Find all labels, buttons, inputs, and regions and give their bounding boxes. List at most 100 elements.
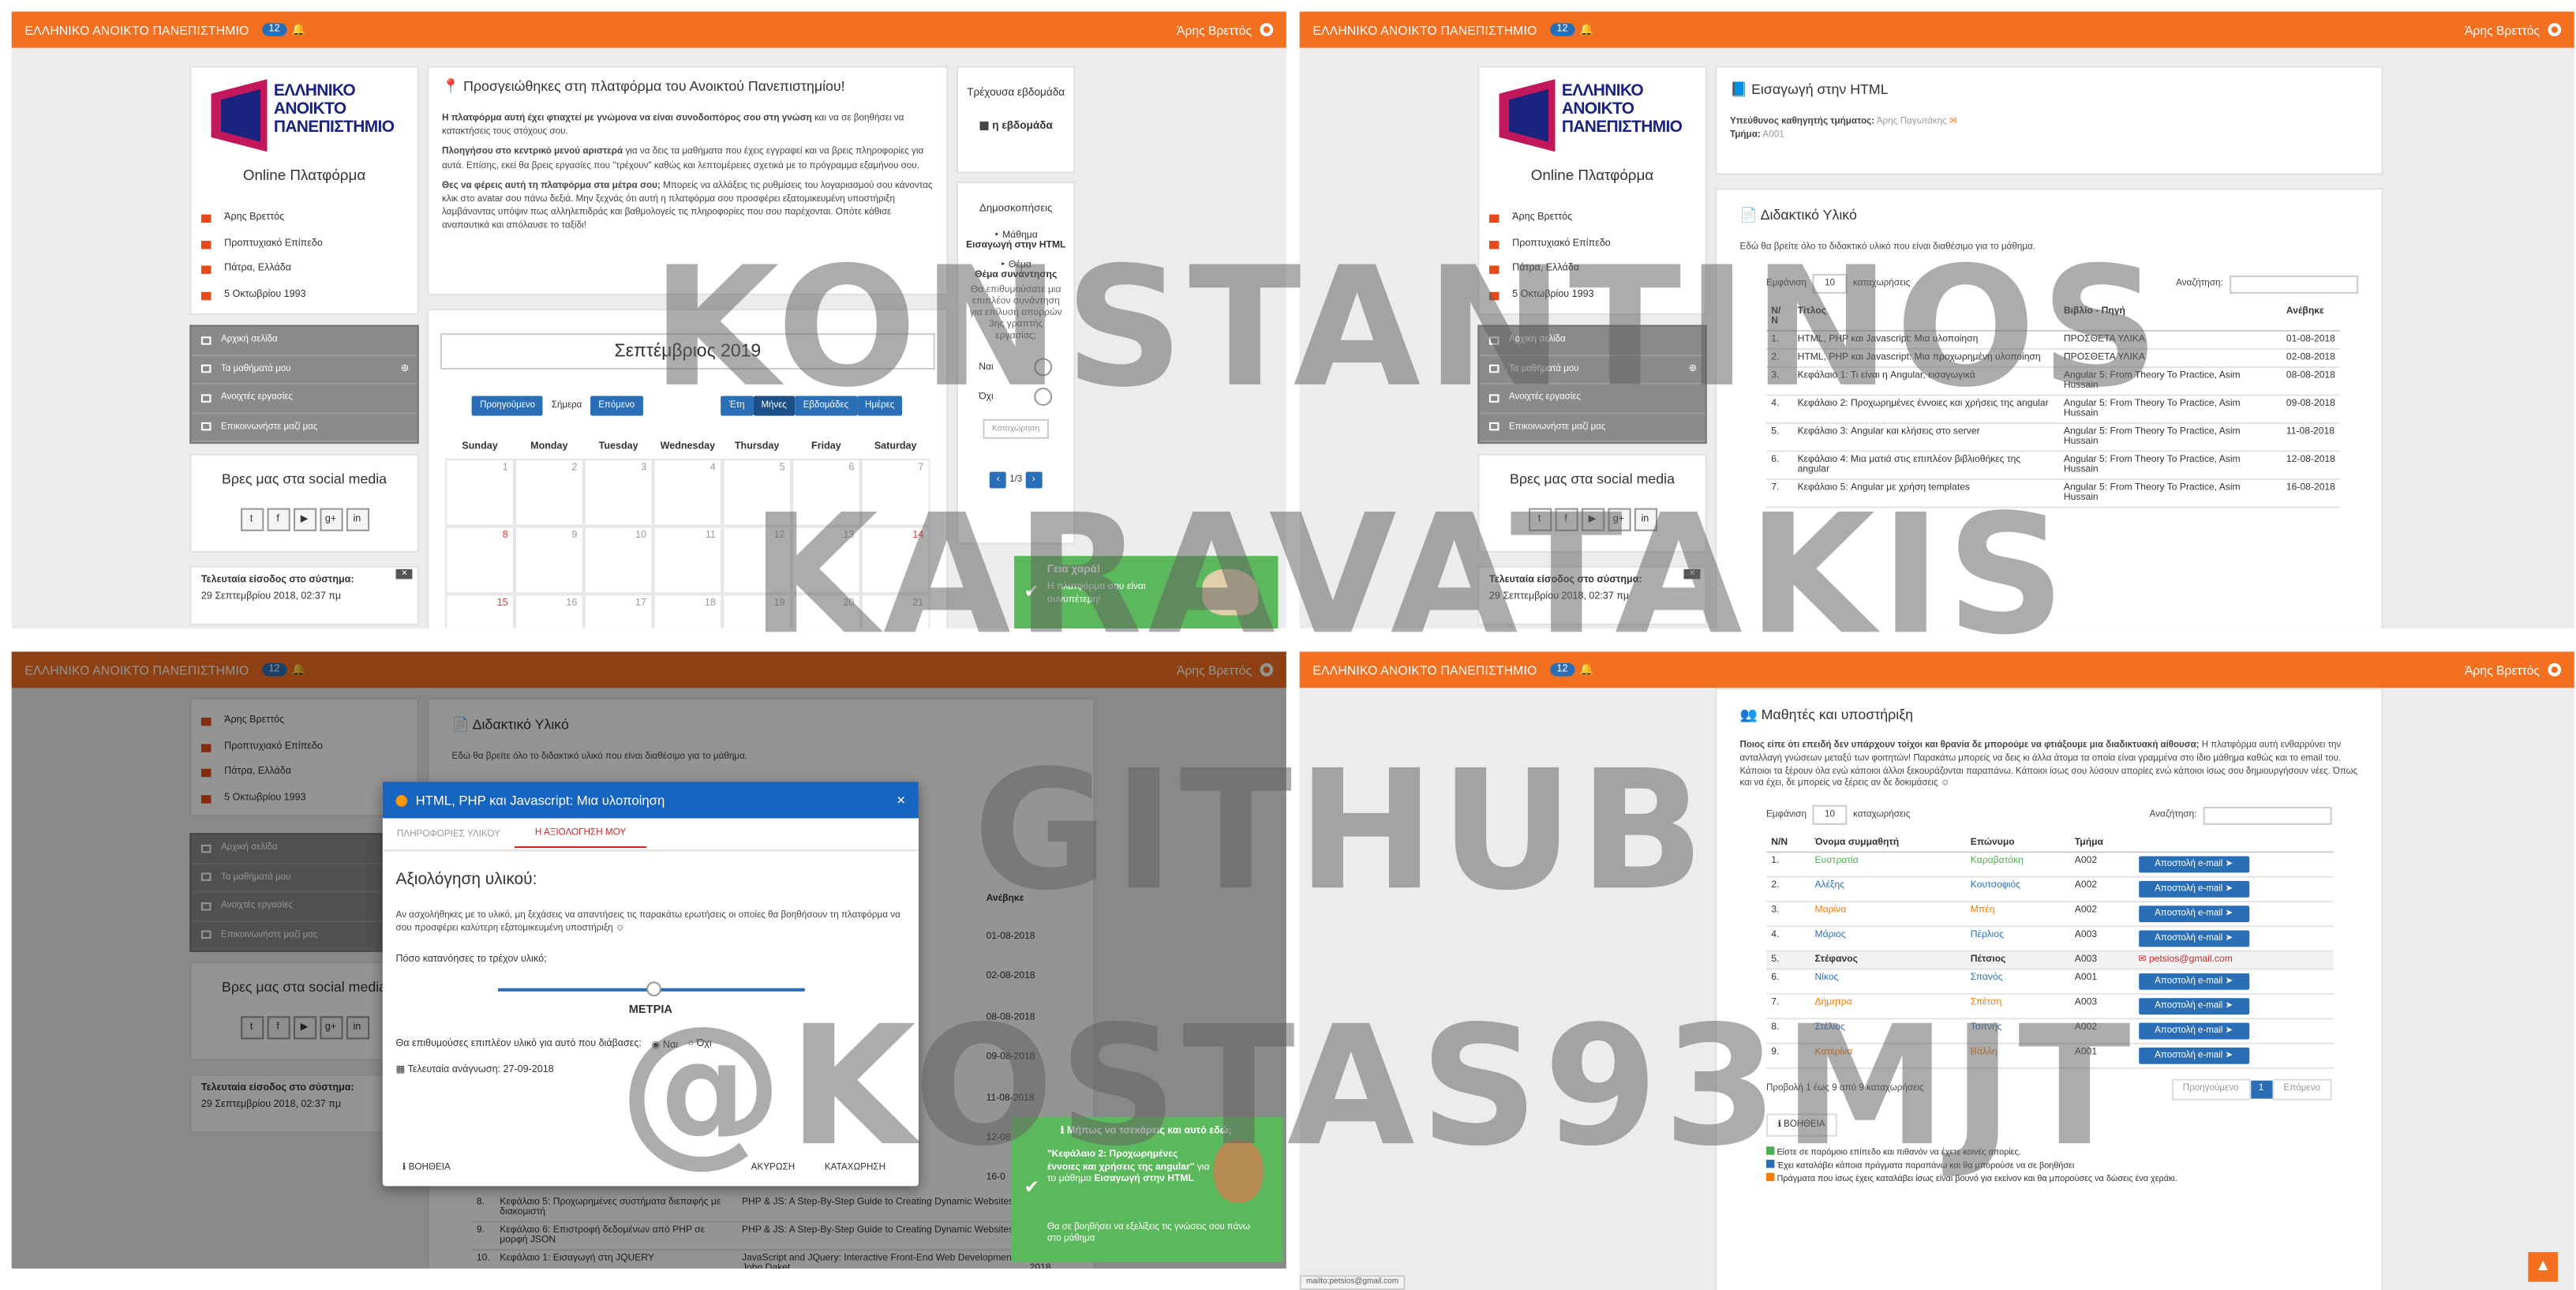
table-row[interactable]: 3. Κεφάλαιο 1: Τι είναι η Angular, εισαγω… [1765, 367, 2341, 397]
cal-day[interactable]: 8 [445, 526, 515, 594]
radio-yes[interactable]: ◉ Ναι [651, 1040, 678, 1052]
calendar-next-button[interactable]: Επόμενο [590, 396, 643, 416]
poll-next-button[interactable]: › [1025, 471, 1042, 489]
brand-link[interactable]: ΕΛΛΗΝΙΚΟ ΑΝΟΙΚΤΟ ΠΑΝΕΠΙΣΤΗΜΙΟ [1312, 22, 1537, 37]
twitter-icon[interactable]: t [1528, 508, 1552, 531]
menu-courses[interactable]: Τα μαθήματά μου ⊕ [1479, 355, 1705, 384]
send-email-button[interactable]: Αποστολή e-mail ➤ [2138, 931, 2250, 948]
cal-day[interactable]: 17 [583, 594, 653, 629]
linkedin-icon[interactable]: in [1633, 508, 1657, 531]
view-months[interactable]: Μήνες [753, 396, 796, 416]
cal-day[interactable]: 13 [792, 526, 861, 594]
tab-rating[interactable]: Η ΑΞΙΟΛΟΓΗΣΗ ΜΟΥ [514, 828, 647, 849]
table-row[interactable]: 6. Κεφάλαιο 4: Μια ματιά στις επιπλέον βι… [1765, 452, 2341, 481]
calendar-prev-button[interactable]: Προηγούμενο [471, 396, 544, 416]
avatar-icon[interactable] [2548, 663, 2562, 677]
help-button[interactable]: ℹ ΒΟΗΘΕΙΑ [1765, 1112, 1837, 1136]
cal-day[interactable]: 16 [514, 594, 584, 629]
cal-day[interactable]: 15 [445, 594, 515, 629]
notification-badge[interactable]: 12 [262, 23, 286, 36]
help-button[interactable]: ℹ ΒΟΗΘΕΙΑ [402, 1163, 451, 1173]
close-icon[interactable]: × [1684, 568, 1701, 579]
search-input[interactable] [2230, 275, 2359, 294]
menu-contact[interactable]: Επικοινωνήστε μαζί μας [191, 413, 417, 443]
table-row[interactable]: 1. HTML, PHP και Javascript: Μια υλοποίησ… [1765, 331, 2341, 351]
cal-day[interactable]: 6 [792, 458, 861, 527]
search-input[interactable] [2203, 806, 2332, 825]
avatar-icon[interactable] [1260, 23, 1274, 36]
menu-home[interactable]: Αρχική σελίδα [1479, 327, 1705, 356]
calendar-today-button[interactable]: Σήμερα [543, 396, 590, 416]
save-button[interactable]: ΚΑΤΑΧΩΡΗΣΗ [825, 1163, 886, 1173]
cal-day[interactable]: 11 [653, 526, 723, 594]
radio-no[interactable]: ○ Όχι [688, 1040, 712, 1052]
understanding-slider[interactable] [498, 982, 805, 997]
bell-icon[interactable]: 🔔 [1579, 23, 1593, 36]
cal-day[interactable]: 18 [653, 594, 723, 629]
student-email[interactable]: petsios@gmail.com [2149, 956, 2233, 966]
bell-icon[interactable]: 🔔 [291, 23, 305, 36]
poll-yes[interactable]: Ναι [958, 358, 1073, 377]
send-email-button[interactable]: Αποστολή e-mail ➤ [2138, 857, 2250, 874]
close-icon[interactable]: × [897, 792, 905, 808]
send-email-button[interactable]: Αποστολή e-mail ➤ [2138, 1048, 2250, 1065]
view-days[interactable]: Ημέρες [856, 396, 903, 416]
bell-icon[interactable]: 🔔 [1579, 663, 1593, 677]
close-icon[interactable]: × [396, 568, 413, 579]
user-menu[interactable]: Άρης Βρεττός [2465, 22, 2562, 37]
table-row[interactable]: 4. Κεφάλαιο 2: Προχωρημένες έννοιες και χ… [1765, 396, 2341, 425]
notification-badge[interactable]: 12 [1550, 23, 1574, 36]
cal-day[interactable]: 19 [722, 594, 792, 629]
menu-courses[interactable]: Τα μαθήματά μου ⊕ [191, 355, 417, 384]
notification-badge[interactable]: 12 [1550, 663, 1574, 677]
user-menu[interactable]: Άρης Βρεττός [1177, 22, 1274, 37]
facebook-icon[interactable]: f [1554, 508, 1578, 531]
suggestion-toast[interactable]: ℹ Μήπως να τσεκάρεις και αυτό εδώ; ✔ "Κε… [1010, 1116, 1283, 1262]
google-plus-icon[interactable]: g+ [319, 508, 343, 531]
send-email-button[interactable]: Αποστολή e-mail ➤ [2138, 1023, 2250, 1041]
tab-info[interactable]: ΠΛΗΡΟΦΟΡΙΕΣ ΥΛΙΚΟΥ [383, 829, 515, 839]
cal-day[interactable]: 2 [514, 458, 584, 527]
table-row[interactable]: 5. Κεφάλαιο 3: Angular και κλήσεις στο se… [1765, 423, 2341, 453]
send-email-button[interactable]: Αποστολή e-mail ➤ [2138, 973, 2250, 991]
cal-day[interactable]: 1 [445, 458, 515, 527]
cal-day[interactable]: 7 [860, 458, 930, 527]
cal-day[interactable]: 12 [722, 526, 792, 594]
send-email-button[interactable]: Αποστολή e-mail ➤ [2138, 906, 2250, 923]
page-1-button[interactable]: 1 [2250, 1081, 2272, 1098]
menu-assignments[interactable]: Ανοιχτές εργασίες [191, 384, 417, 414]
table-row[interactable]: 7. Κεφάλαιο 5: Angular με χρήση templates… [1765, 479, 2341, 509]
view-weeks[interactable]: Εβδομάδες [795, 396, 857, 416]
menu-assignments[interactable]: Ανοιχτές εργασίες [1479, 384, 1705, 414]
poll-no[interactable]: Όχι [958, 388, 1073, 407]
poll-prev-button[interactable]: ‹ [990, 471, 1007, 489]
send-email-button[interactable]: Αποστολή e-mail ➤ [2138, 999, 2250, 1015]
cal-day[interactable]: 3 [583, 458, 653, 527]
envelope-icon[interactable]: ✉ [1949, 117, 1957, 127]
prev-page-button[interactable]: Προηγούμενο [2170, 1079, 2251, 1100]
send-email-button[interactable]: Αποστολή e-mail ➤ [2138, 881, 2250, 898]
page-length-select[interactable]: 10 [1813, 274, 1847, 294]
menu-contact[interactable]: Επικοινωνήστε μαζί μας [1479, 413, 1705, 443]
cancel-button[interactable]: ΑΚΥΡΩΣΗ [751, 1163, 796, 1173]
cal-day[interactable]: 10 [583, 526, 653, 594]
avatar-icon[interactable] [2548, 23, 2562, 36]
user-menu[interactable]: Άρης Βρεττός [2465, 662, 2562, 677]
view-years[interactable]: Έτη [721, 396, 754, 416]
brand-link[interactable]: ΕΛΛΗΝΙΚΟ ΑΝΟΙΚΤΟ ΠΑΝΕΠΙΣΤΗΜΙΟ [24, 22, 249, 37]
youtube-icon[interactable]: ▶ [292, 508, 316, 531]
page-length-select[interactable]: 10 [1813, 805, 1847, 826]
menu-home[interactable]: Αρχική σελίδα [191, 327, 417, 356]
cal-day[interactable]: 4 [653, 458, 723, 527]
google-plus-icon[interactable]: g+ [1607, 508, 1631, 531]
cal-day[interactable]: 14 [860, 526, 930, 594]
cal-day[interactable]: 20 [792, 594, 861, 629]
cal-day[interactable]: 21 [860, 594, 930, 629]
table-row[interactable]: 2. HTML, PHP και Javascript: Μια προχωρημ… [1765, 349, 2341, 369]
cal-day[interactable]: 5 [722, 458, 792, 527]
cal-day[interactable]: 9 [514, 526, 584, 594]
linkedin-icon[interactable]: in [345, 508, 369, 531]
twitter-icon[interactable]: t [240, 508, 264, 531]
youtube-icon[interactable]: ▶ [1580, 508, 1604, 531]
poll-submit-button[interactable]: Καταχώρηση [983, 418, 1049, 439]
